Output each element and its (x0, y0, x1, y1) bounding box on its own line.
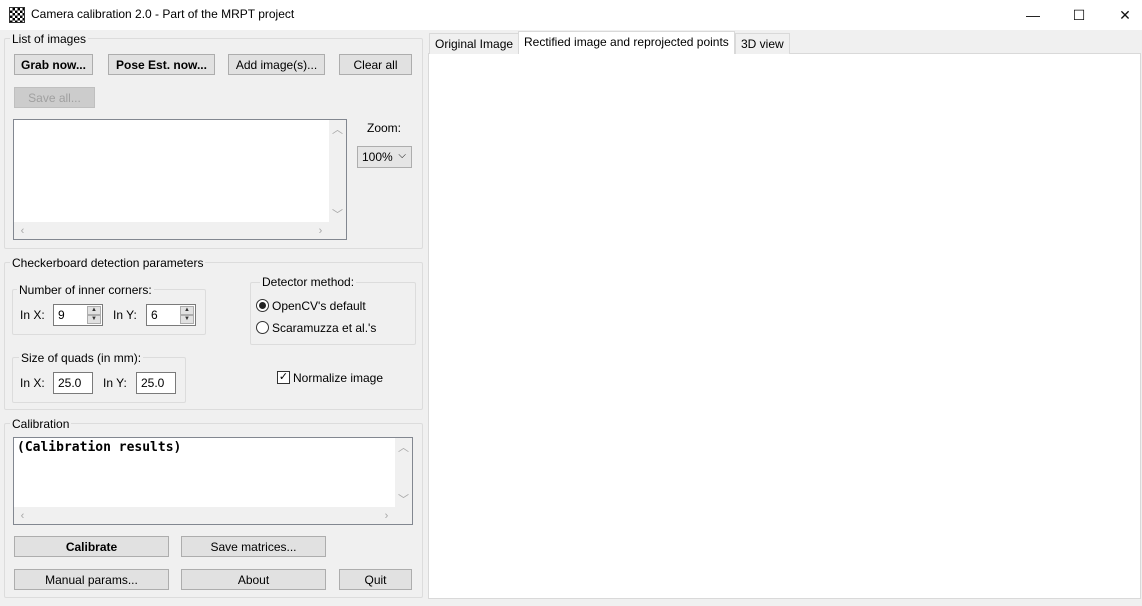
grab-now-button[interactable]: Grab now... (14, 54, 93, 75)
manual-params-button[interactable]: Manual params... (14, 569, 169, 590)
in-x-label: In X: (20, 308, 45, 322)
spin-up-icon[interactable]: ▲ (87, 306, 101, 315)
scroll-corner (395, 507, 412, 524)
in-y-label: In Y: (113, 308, 137, 322)
calibration-group-title: Calibration (10, 417, 72, 431)
spin-down-icon[interactable]: ▼ (87, 315, 101, 324)
in-x-spinner[interactable]: 9 ▲ ▼ (53, 304, 103, 326)
radio-opencv-label[interactable]: OpenCV's default (272, 299, 366, 313)
in-y-spinner[interactable]: 6 ▲ ▼ (146, 304, 196, 326)
tab-3d-view[interactable]: 3D view (735, 33, 790, 54)
scroll-left-icon[interactable]: ‹ (14, 222, 31, 239)
zoom-select[interactable]: 100% ⌵ (357, 146, 412, 168)
detector-group (250, 282, 416, 345)
scroll-left-icon[interactable]: ‹ (14, 507, 31, 524)
pose-est-now-button[interactable]: Pose Est. now... (108, 54, 215, 75)
radio-scaramuzza-label[interactable]: Scaramuzza et al.'s (272, 321, 376, 335)
detector-title: Detector method: (260, 275, 357, 289)
in-x-value: 9 (58, 308, 65, 322)
chevron-down-icon: ⌵ (398, 150, 406, 161)
quad-y-label: In Y: (103, 376, 127, 390)
scroll-up-icon[interactable]: ︿ (329, 120, 346, 137)
title-bar: Camera calibration 2.0 - Part of the MRP… (0, 0, 1142, 30)
add-images-button[interactable]: Add image(s)... (228, 54, 325, 75)
tab-rectified-image[interactable]: Rectified image and reprojected points (518, 31, 735, 54)
quad-x-label: In X: (20, 376, 45, 390)
images-list-vscrollbar[interactable]: ︿ ﹀ (329, 120, 346, 222)
images-group-title: List of images (10, 32, 89, 46)
scroll-right-icon[interactable]: › (312, 222, 329, 239)
images-list[interactable]: ︿ ﹀ ‹ › (13, 119, 347, 240)
in-y-value: 6 (151, 308, 158, 322)
radio-scaramuzza[interactable] (256, 321, 269, 334)
checkerboard-group-title: Checkerboard detection parameters (10, 256, 206, 270)
quad-x-input[interactable]: 25.0 (53, 372, 93, 394)
quad-y-input[interactable]: 25.0 (136, 372, 176, 394)
radio-opencv-default[interactable] (256, 299, 269, 312)
scroll-down-icon[interactable]: ﹀ (395, 490, 412, 507)
scroll-up-icon[interactable]: ︿ (395, 438, 412, 455)
calibration-results-text: (Calibration results) (17, 440, 182, 455)
tab-original-image[interactable]: Original Image (429, 33, 520, 54)
maximize-button[interactable]: ☐ (1056, 0, 1102, 30)
normalize-label[interactable]: Normalize image (293, 371, 383, 385)
scroll-corner (329, 222, 346, 239)
results-hscrollbar[interactable]: ‹ › (14, 507, 395, 524)
zoom-value: 100% (362, 150, 393, 164)
calibrate-button[interactable]: Calibrate (14, 536, 169, 557)
clear-all-button[interactable]: Clear all (339, 54, 412, 75)
quad-size-title: Size of quads (in mm): (19, 351, 144, 365)
results-vscrollbar[interactable]: ︿ ﹀ (395, 438, 412, 507)
spin-up-icon[interactable]: ▲ (180, 306, 194, 315)
window-title: Camera calibration 2.0 - Part of the MRP… (31, 7, 295, 21)
checkerboard-app-icon (9, 7, 25, 23)
zoom-label: Zoom: (367, 121, 402, 135)
scroll-right-icon[interactable]: › (378, 507, 395, 524)
scroll-down-icon[interactable]: ﹀ (329, 205, 346, 222)
images-list-hscrollbar[interactable]: ‹ › (14, 222, 329, 239)
save-matrices-button[interactable]: Save matrices... (181, 536, 326, 557)
about-button[interactable]: About (181, 569, 326, 590)
inner-corners-title: Number of inner corners: (17, 283, 154, 297)
calibration-results-textbox[interactable]: (Calibration results) ︿ ﹀ ‹ › (13, 437, 413, 525)
close-button[interactable]: ✕ (1102, 0, 1142, 30)
minimize-button[interactable]: — (1010, 0, 1056, 30)
normalize-checkbox[interactable]: ✓ (277, 371, 290, 384)
quit-button[interactable]: Quit (339, 569, 412, 590)
spin-down-icon[interactable]: ▼ (180, 315, 194, 324)
save-all-button[interactable]: Save all... (14, 87, 95, 108)
image-view-panel[interactable] (428, 53, 1141, 599)
